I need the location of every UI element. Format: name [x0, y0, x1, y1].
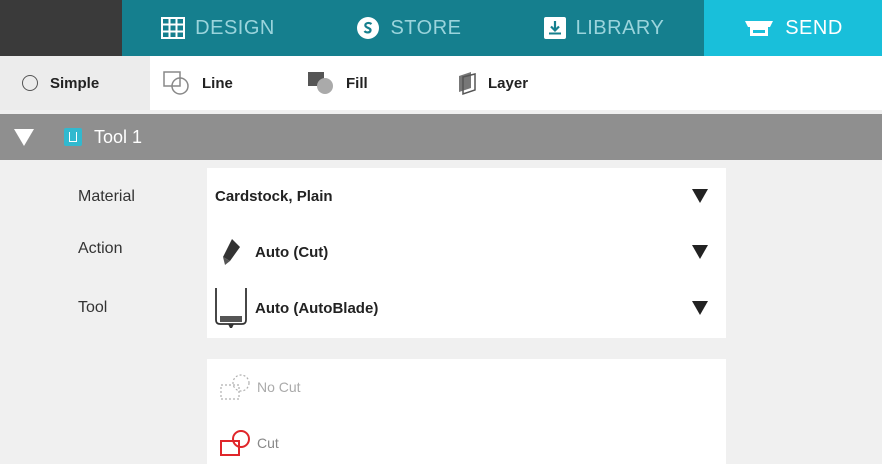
cut-icon: [207, 429, 257, 457]
tab-send[interactable]: SEND: [704, 0, 882, 56]
fill-mode-icon: [306, 70, 338, 96]
list-item-cut[interactable]: Cut: [207, 429, 726, 457]
mode-fill-label: Fill: [346, 74, 368, 92]
tool-chip-icon: [64, 128, 82, 146]
action-value: Auto (Cut): [255, 243, 329, 261]
list-item-no-cut[interactable]: No Cut: [207, 373, 726, 401]
nav-edge: [882, 0, 886, 56]
tab-design-label: DESIGN: [195, 16, 275, 39]
tool-value: Auto (AutoBlade): [255, 299, 379, 317]
tab-store[interactable]: STORE: [314, 0, 504, 56]
cut-label: Cut: [257, 435, 279, 451]
mode-simple-label: Simple: [50, 74, 100, 92]
tab-library-label: LIBRARY: [575, 16, 665, 39]
mode-layer-label: Layer: [488, 74, 529, 92]
top-navigation: DESIGN STORE LIBRARY SEND: [0, 0, 886, 56]
settings-panel: Cardstock, Plain Auto (Cut) Auto (AutoBl…: [207, 168, 726, 338]
blade-pen-icon: [207, 237, 255, 267]
action-dropdown[interactable]: Auto (Cut): [207, 232, 726, 272]
material-dropdown-arrow-icon[interactable]: [692, 189, 708, 203]
nav-tab-strip: DESIGN STORE LIBRARY SEND: [122, 0, 886, 56]
action-label: Action: [78, 240, 123, 257]
library-download-icon: [543, 17, 566, 39]
action-dropdown-arrow-icon[interactable]: [692, 245, 708, 259]
mode-tab-line[interactable]: Line: [162, 56, 233, 110]
tool-title: Tool 1: [94, 126, 143, 147]
mode-tab-simple[interactable]: Simple: [0, 56, 150, 110]
tool-dropdown-arrow-icon[interactable]: [692, 301, 708, 315]
mode-tab-layer[interactable]: Layer: [454, 56, 528, 110]
grid-icon: [161, 17, 186, 39]
mode-line-label: Line: [202, 74, 233, 92]
right-edge: [882, 110, 886, 464]
material-value: Cardstock, Plain: [215, 187, 333, 205]
store-s-icon: [356, 16, 380, 40]
tab-design[interactable]: DESIGN: [122, 0, 314, 56]
nav-left-blank: [0, 0, 122, 56]
tool-header[interactable]: Tool 1: [0, 114, 886, 160]
tool-label: Tool: [78, 299, 108, 316]
no-cut-icon: [207, 373, 257, 401]
tab-library[interactable]: LIBRARY: [504, 0, 704, 56]
collapse-triangle-icon[interactable]: [14, 128, 34, 146]
material-label: Material: [78, 188, 135, 205]
no-cut-label: No Cut: [257, 379, 301, 395]
line-mode-icon: [162, 70, 194, 96]
mode-tab-fill[interactable]: Fill: [306, 56, 368, 110]
layer-mode-icon: [454, 70, 480, 96]
material-dropdown[interactable]: Cardstock, Plain: [207, 182, 726, 210]
mode-tabs: Simple Line Fill Layer: [0, 56, 886, 110]
tab-send-label: SEND: [785, 16, 843, 39]
autoblade-icon: [207, 286, 255, 330]
radio-icon[interactable]: [22, 75, 38, 91]
cutter-icon: [743, 17, 775, 39]
tool-dropdown[interactable]: Auto (AutoBlade): [207, 284, 726, 332]
tab-store-label: STORE: [390, 16, 462, 39]
cut-options-list: No Cut Cut: [207, 359, 726, 464]
